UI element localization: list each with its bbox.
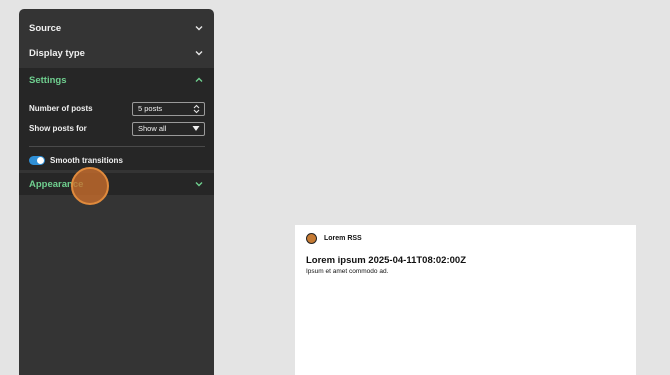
number-of-posts-value: 5 posts bbox=[138, 104, 163, 113]
settings-divider bbox=[29, 146, 205, 147]
section-appearance-header[interactable]: Appearance bbox=[19, 173, 214, 195]
feed-name: Lorem RSS bbox=[324, 235, 362, 242]
rss-feed-preview: Lorem RSS Lorem ipsum 2025-04-11T08:02:0… bbox=[295, 225, 636, 375]
section-display-type-label: Display type bbox=[29, 47, 85, 59]
caret-down-icon bbox=[192, 126, 200, 131]
show-posts-for-select[interactable]: Show all bbox=[132, 121, 205, 136]
section-appearance-label: Appearance bbox=[29, 178, 84, 190]
smooth-transitions-label: Smooth transitions bbox=[50, 156, 123, 165]
post-title[interactable]: Lorem ipsum 2025-04-11T08:02:00Z bbox=[306, 255, 466, 266]
section-source-label: Source bbox=[29, 22, 62, 34]
show-posts-for-row: Show posts for Show all bbox=[29, 121, 205, 136]
chevron-down-icon bbox=[195, 182, 203, 187]
chevron-down-icon bbox=[195, 51, 203, 56]
section-source-header[interactable]: Source bbox=[19, 16, 214, 40]
widget-settings-panel: Source Display type Settings Number of p… bbox=[19, 9, 214, 375]
section-settings-body: Settings Number of posts 5 posts Show po… bbox=[19, 68, 214, 170]
updown-stepper-icon[interactable] bbox=[193, 104, 200, 114]
number-of-posts-stepper[interactable]: 5 posts bbox=[132, 101, 205, 116]
show-posts-for-value: Show all bbox=[138, 124, 167, 133]
post-excerpt: Ipsum et amet commodo ad. bbox=[306, 268, 389, 275]
rss-feed-logo bbox=[306, 233, 317, 244]
chevron-down-icon bbox=[195, 26, 203, 31]
number-of-posts-row: Number of posts 5 posts bbox=[29, 101, 205, 116]
section-settings-header[interactable]: Settings bbox=[19, 68, 214, 92]
chevron-up-icon bbox=[195, 77, 203, 82]
section-display-type-header[interactable]: Display type bbox=[19, 41, 214, 65]
smooth-transitions-toggle[interactable] bbox=[29, 156, 45, 165]
smooth-transitions-row: Smooth transitions bbox=[29, 156, 123, 165]
feed-header: Lorem RSS bbox=[306, 233, 362, 244]
section-settings-label: Settings bbox=[29, 74, 67, 86]
show-posts-for-label: Show posts for bbox=[29, 124, 87, 133]
number-of-posts-label: Number of posts bbox=[29, 104, 93, 113]
